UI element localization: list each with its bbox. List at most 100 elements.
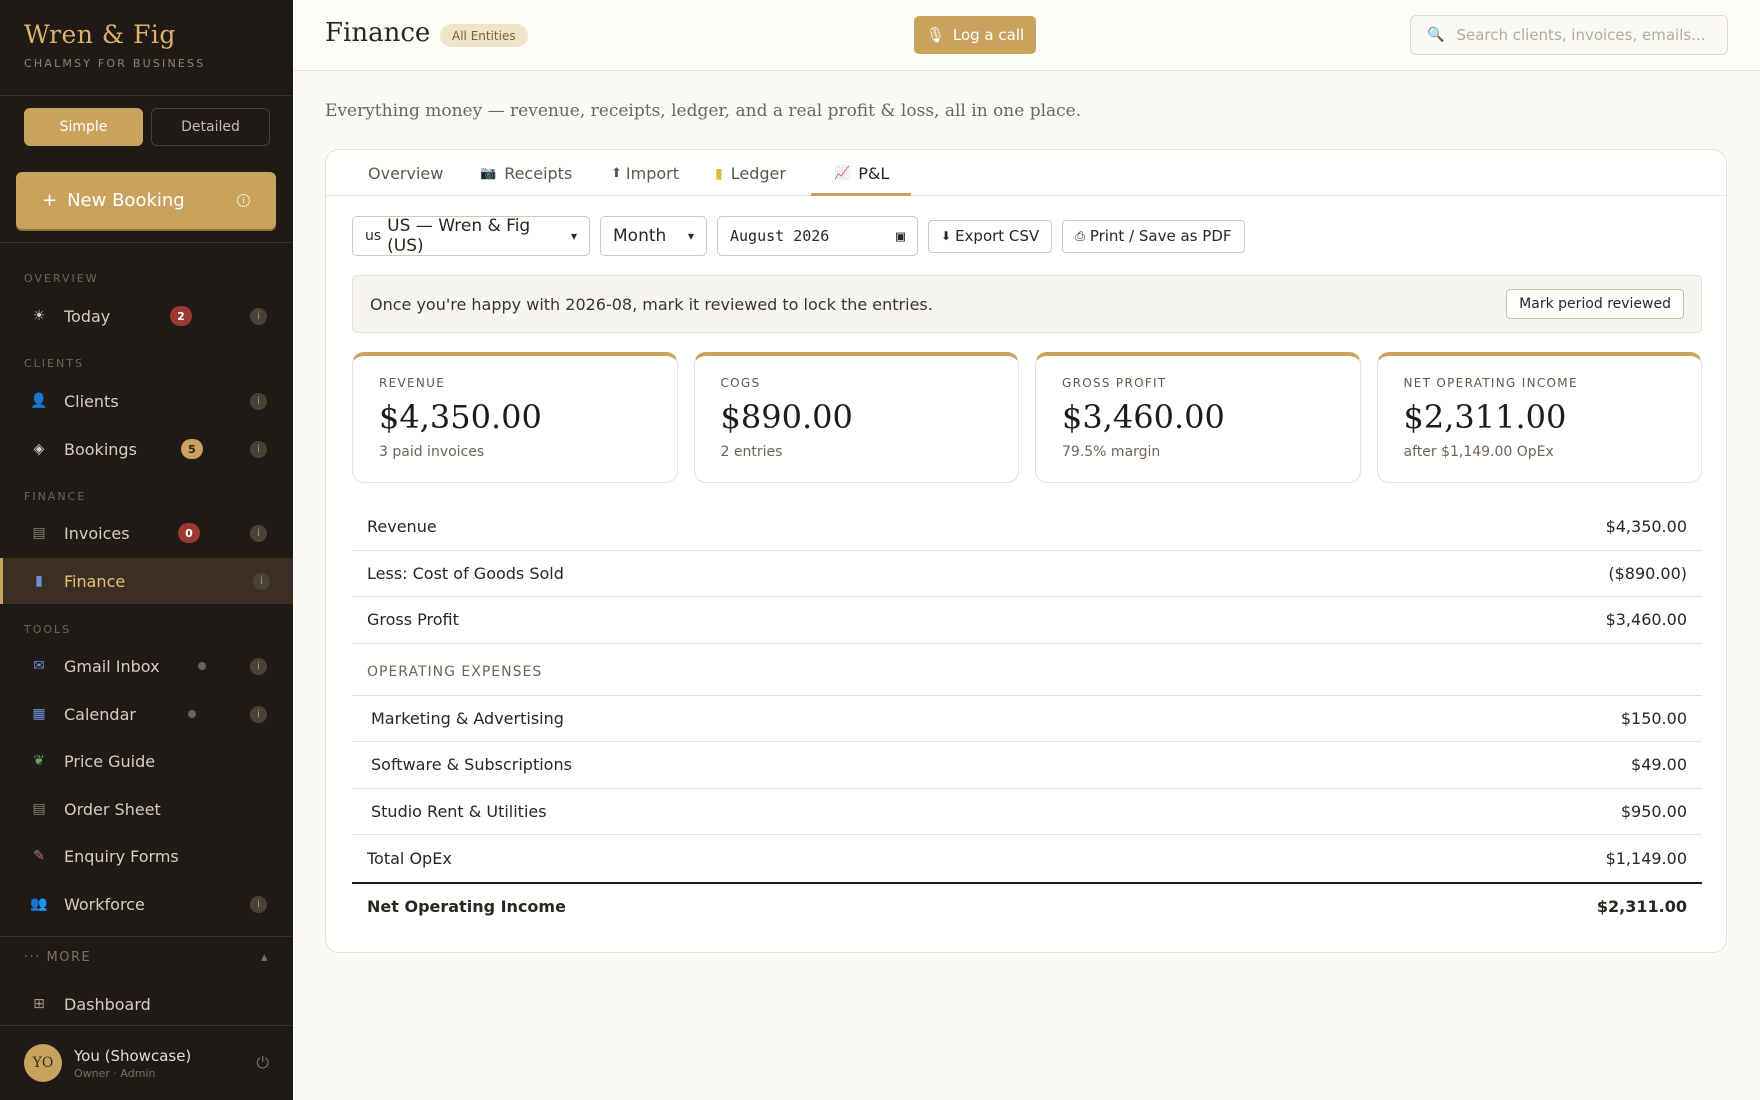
mark-reviewed-button[interactable]: Mark period reviewed <box>1506 289 1684 319</box>
sidebar-item-order-sheet[interactable]: ▤ Order Sheet <box>0 786 293 832</box>
sidebar-item-bookings[interactable]: ◈ Bookings 5 i <box>0 426 293 472</box>
chevron-down-icon: ▾ <box>570 229 577 243</box>
tab-receipts[interactable]: 📷 Receipts <box>480 164 572 183</box>
print-pdf-button[interactable]: ⎙ Print / Save as PDF <box>1062 219 1245 253</box>
tab-label: Import <box>625 164 680 183</box>
row-value: $2,311.00 <box>1596 896 1687 916</box>
export-csv-button[interactable]: ⬇ Export CSV <box>928 219 1053 253</box>
sidebar-item-label: Clients <box>64 391 119 411</box>
sidebar-item-clients[interactable]: 👤 Clients i <box>0 378 293 424</box>
row-value: $950.00 <box>1620 801 1687 821</box>
sidebar-item-invoices[interactable]: ▤ Invoices 0 i <box>0 510 293 556</box>
kpi-cards: REVENUE $4,350.00 3 paid invoices COGS $… <box>352 352 1702 483</box>
review-notice: Once you're happy with 2026-08, mark it … <box>352 275 1702 333</box>
kpi-label: REVENUE <box>379 376 446 390</box>
tab-ledger[interactable]: ▮ Ledger <box>715 164 786 183</box>
kpi-subtext: 3 paid invoices <box>379 444 485 460</box>
row-label: Revenue <box>367 517 437 537</box>
plus-icon: + <box>42 190 58 211</box>
calendar-icon: ▦ <box>32 706 46 722</box>
period-select[interactable]: Month ▾ <box>600 216 707 256</box>
kpi-label: COGS <box>720 376 761 390</box>
period-select-value: Month <box>613 226 667 246</box>
tab-pl[interactable]: 📈 P&L <box>834 164 889 183</box>
ledger-icon: ▮ <box>715 165 723 182</box>
sidebar-item-enquiry-forms[interactable]: ✎ Enquiry Forms <box>0 833 293 879</box>
printer-icon: ⎙ <box>1075 228 1085 243</box>
sidebar-item-dashboard[interactable]: ⊞ Dashboard <box>0 981 293 1027</box>
us-flag-icon: us <box>365 228 382 244</box>
microphone-icon: 🎙 <box>925 26 945 44</box>
row-label: Marketing & Advertising <box>371 708 564 728</box>
new-booking-button[interactable]: + New Booking i <box>16 172 276 229</box>
section-label-clients: CLIENTS <box>24 357 84 370</box>
page-description: Everything money — revenue, receipts, le… <box>325 101 1082 121</box>
info-icon[interactable]: i <box>250 392 267 410</box>
user-role: Owner · Admin <box>74 1066 156 1080</box>
sidebar-item-calendar[interactable]: ▦ Calendar i <box>0 691 293 737</box>
sidebar-item-label: Bookings <box>64 439 137 459</box>
detailed-mode-button[interactable]: Detailed <box>151 108 270 146</box>
grid-icon: ⊞ <box>33 996 45 1012</box>
search-icon: 🔍 <box>1427 27 1445 43</box>
kpi-subtext: after $1,149.00 OpEx <box>1403 444 1554 460</box>
sidebar-item-label: Enquiry Forms <box>64 846 179 866</box>
row-label: Less: Cost of Goods Sold <box>367 563 564 583</box>
simple-mode-button[interactable]: Simple <box>24 108 143 146</box>
kpi-value: $3,460.00 <box>1062 398 1225 436</box>
people-icon: 👥 <box>30 896 48 912</box>
row-label: Net Operating Income <box>367 896 566 916</box>
info-icon[interactable]: i <box>237 194 250 207</box>
document-icon: ▤ <box>32 525 46 541</box>
month-picker-value: August 2026 <box>730 227 830 245</box>
info-icon[interactable]: i <box>250 705 267 723</box>
entity-select[interactable]: us US — Wren & Fig (US) ▾ <box>352 216 590 256</box>
info-icon[interactable]: i <box>250 657 267 675</box>
report-controls: us US — Wren & Fig (US) ▾ Month ▾ August… <box>352 216 1245 256</box>
sidebar-item-today[interactable]: ☀ Today 2 i <box>0 293 293 339</box>
finance-panel: Overview 📷 Receipts ⬆ Import ▮ Ledger 📈 … <box>325 149 1727 953</box>
month-picker[interactable]: August 2026 ▣ <box>717 216 918 256</box>
info-icon[interactable]: i <box>250 440 267 458</box>
kpi-card-gross-profit: GROSS PROFIT $3,460.00 79.5% margin <box>1035 352 1361 483</box>
row-label: Gross Profit <box>367 610 459 630</box>
power-icon[interactable]: ⏻ <box>256 1053 269 1073</box>
log-call-button[interactable]: 🎙 Log a call <box>914 16 1036 54</box>
more-toggle[interactable]: ··· MORE ▴ <box>24 950 269 965</box>
entity-badge[interactable]: All Entities <box>440 24 528 47</box>
camera-icon: 📷 <box>480 166 497 181</box>
info-icon[interactable]: i <box>250 895 267 913</box>
search-placeholder: Search clients, invoices, emails... <box>1456 26 1706 44</box>
new-booking-label: New Booking <box>67 190 185 211</box>
review-message: Once you're happy with 2026-08, mark it … <box>370 294 933 314</box>
calendar-icon[interactable]: ▣ <box>884 227 905 245</box>
page-title: Finance <box>325 18 431 48</box>
row-label: Software & Subscriptions <box>371 755 572 775</box>
tab-import[interactable]: ⬆ Import <box>611 164 679 183</box>
sidebar-item-price-guide[interactable]: ❦ Price Guide <box>0 738 293 784</box>
divider <box>0 936 293 937</box>
info-icon[interactable]: i <box>253 572 270 590</box>
section-label-tools: TOOLS <box>24 623 72 636</box>
user-profile[interactable]: YO You (Showcase) Owner · Admin ⏻ <box>24 1043 269 1083</box>
status-dot <box>198 662 206 670</box>
sidebar-item-gmail-inbox[interactable]: ✉ Gmail Inbox i <box>0 643 293 689</box>
trend-chart-icon: 📈 <box>834 166 851 181</box>
print-pdf-label: Print / Save as PDF <box>1089 227 1232 245</box>
brand[interactable]: Wren & Fig CHALMSY FOR BUSINESS <box>24 20 205 70</box>
info-icon[interactable]: i <box>250 307 267 325</box>
row-label: Total OpEx <box>367 848 452 868</box>
search-input[interactable]: 🔍 Search clients, invoices, emails... <box>1410 15 1728 55</box>
kpi-value: $4,350.00 <box>379 398 542 436</box>
bar-chart-icon: ▮ <box>35 573 43 589</box>
tab-label: Overview <box>368 164 444 183</box>
table-row: Marketing & Advertising $150.00 <box>352 696 1702 742</box>
sidebar-item-workforce[interactable]: 👥 Workforce i <box>0 881 293 927</box>
download-icon: ⬇ <box>941 229 952 243</box>
tab-overview[interactable]: Overview <box>368 164 443 183</box>
table-row-revenue: Revenue $4,350.00 <box>352 504 1702 551</box>
sidebar-item-finance[interactable]: ▮ Finance i <box>0 558 293 604</box>
row-value: ($890.00) <box>1608 563 1687 583</box>
info-icon[interactable]: i <box>250 524 267 542</box>
section-heading-label: OPERATING EXPENSES <box>367 664 543 680</box>
